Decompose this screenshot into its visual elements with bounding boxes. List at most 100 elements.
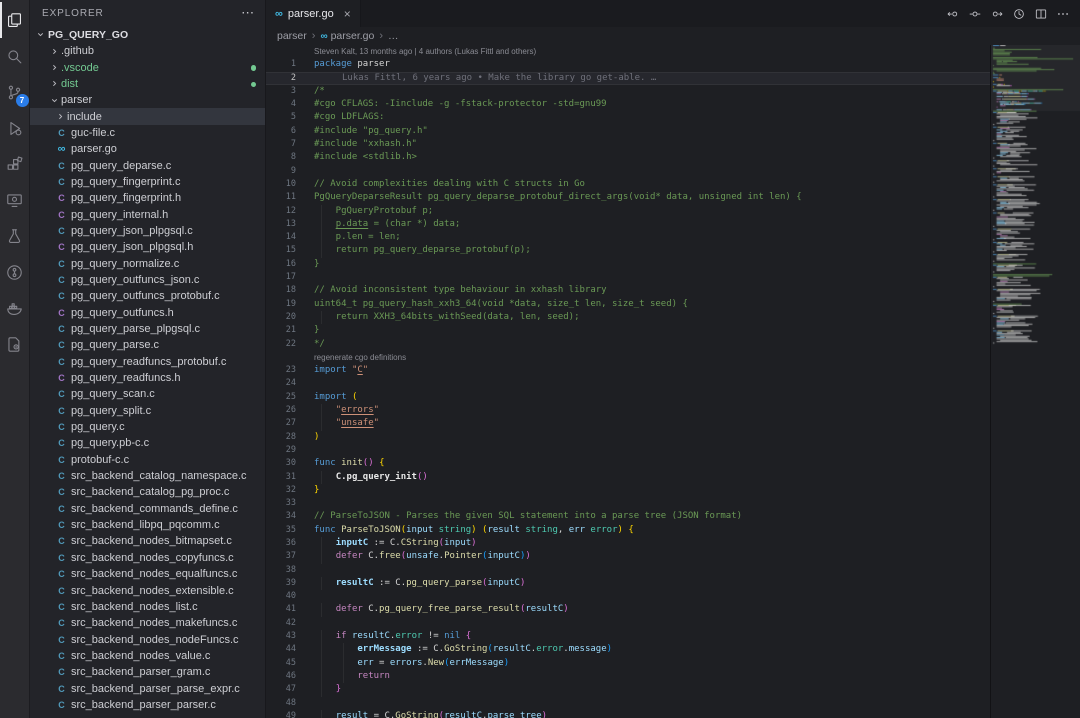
open-changes-icon[interactable] — [967, 6, 982, 21]
tree-file-src-backend-libpq-pqcomm-c[interactable]: Csrc_backend_libpq_pqcomm.c — [30, 517, 265, 533]
breadcrumb-item[interactable]: … — [388, 30, 399, 42]
code-area[interactable]: Steven Kalt, 13 months ago | 4 authors (… — [266, 45, 990, 718]
activity-item-project-manager[interactable] — [0, 326, 30, 362]
tree-file-pg-query-fingerprint-c[interactable]: Cpg_query_fingerprint.c — [30, 174, 265, 190]
code-line[interactable]: 12 PgQueryProtobuf p; — [266, 205, 990, 218]
tree-folder--vscode[interactable]: .vscode — [30, 59, 265, 75]
tree-file-src-backend-nodes-copyfuncs-c[interactable]: Csrc_backend_nodes_copyfuncs.c — [30, 550, 265, 566]
tree-file-src-backend-nodes-extensible-c[interactable]: Csrc_backend_nodes_extensible.c — [30, 582, 265, 598]
code-line[interactable]: 6#include "pg_query.h" — [266, 125, 990, 138]
code-line[interactable]: 15 return pg_query_deparse_protobuf(p); — [266, 244, 990, 257]
tree-file-pg-query-pb-c-c[interactable]: Cpg_query.pb-c.c — [30, 435, 265, 451]
tab-parser-go[interactable]: ∞parser.go× — [266, 0, 361, 27]
code-line[interactable]: 26 "errors" — [266, 404, 990, 417]
tree-file-src-backend-nodes-equalfuncs-c[interactable]: Csrc_backend_nodes_equalfuncs.c — [30, 566, 265, 582]
tree-file-pg-query-readfuncs-h[interactable]: Cpg_query_readfuncs.h — [30, 370, 265, 386]
code-line[interactable]: 36 inputC := C.CString(input) — [266, 537, 990, 550]
code-line[interactable]: 46 return — [266, 670, 990, 683]
code-line[interactable]: 1package parser — [266, 58, 990, 71]
tree-file-pg-query-outfuncs-h[interactable]: Cpg_query_outfuncs.h — [30, 305, 265, 321]
code-line[interactable]: 37 defer C.free(unsafe.Pointer(inputC)) — [266, 550, 990, 563]
tree-file-pg-query-fingerprint-h[interactable]: Cpg_query_fingerprint.h — [30, 190, 265, 206]
tree-file-pg-query-normalize-c[interactable]: Cpg_query_normalize.c — [30, 255, 265, 271]
tree-root-pg-query-go[interactable]: PG_QUERY_GO — [30, 26, 265, 43]
breadcrumb-item[interactable]: parser — [277, 30, 307, 42]
code-line[interactable]: 14 p.len = len; — [266, 231, 990, 244]
tree-file-src-backend-commands-define-c[interactable]: Csrc_backend_commands_define.c — [30, 501, 265, 517]
minimap[interactable] — [990, 45, 1080, 718]
code-line[interactable]: 21} — [266, 324, 990, 337]
code-line[interactable]: 16} — [266, 258, 990, 271]
tree-file-pg-query-c[interactable]: Cpg_query.c — [30, 419, 265, 435]
tree-folder--github[interactable]: .github — [30, 43, 265, 59]
code-line[interactable]: 25import ( — [266, 391, 990, 404]
code-line[interactable]: 5#cgo LDFLAGS: — [266, 111, 990, 124]
tree-file-protobuf-c-c[interactable]: Cprotobuf-c.c — [30, 452, 265, 468]
code-line[interactable]: 9 — [266, 165, 990, 178]
code-line[interactable]: 8#include <stdlib.h> — [266, 151, 990, 164]
code-line[interactable]: 32} — [266, 484, 990, 497]
open-changes-next-icon[interactable] — [989, 6, 1004, 21]
code-line[interactable]: 29 — [266, 444, 990, 457]
code-line[interactable]: 24 — [266, 377, 990, 390]
tree-file-src-backend-catalog-namespace-c[interactable]: Csrc_backend_catalog_namespace.c — [30, 468, 265, 484]
activity-item-testing[interactable] — [0, 218, 30, 254]
code-line[interactable]: 39 resultC := C.pg_query_parse(inputC) — [266, 577, 990, 590]
activity-item-remote-explorer[interactable] — [0, 182, 30, 218]
close-icon[interactable]: × — [344, 7, 351, 21]
tree-file-src-backend-nodes-makefuncs-c[interactable]: Csrc_backend_nodes_makefuncs.c — [30, 615, 265, 631]
activity-item-run-debug[interactable] — [0, 110, 30, 146]
tree-file-src-backend-parser-parser-c[interactable]: Csrc_backend_parser_parser.c — [30, 697, 265, 713]
code-line[interactable]: 43 if resultC.error != nil { — [266, 630, 990, 643]
tree-file-src-backend-nodes-bitmapset-c[interactable]: Csrc_backend_nodes_bitmapset.c — [30, 533, 265, 549]
code-line[interactable]: 31 C.pg_query_init() — [266, 471, 990, 484]
code-line[interactable]: 27 "unsafe" — [266, 417, 990, 430]
code-line[interactable]: 17 — [266, 271, 990, 284]
code-line[interactable]: 19uint64_t pg_query_hash_xxh3_64(void *d… — [266, 298, 990, 311]
tree-file-src-backend-parser-gram-c[interactable]: Csrc_backend_parser_gram.c — [30, 664, 265, 680]
code-line[interactable]: 3/* — [266, 85, 990, 98]
tree-file-pg-query-outfuncs-json-c[interactable]: Cpg_query_outfuncs_json.c — [30, 272, 265, 288]
code-line[interactable]: 13 p.data = (char *) data; — [266, 218, 990, 231]
activity-item-docker[interactable] — [0, 290, 30, 326]
tree-file-pg-query-split-c[interactable]: Cpg_query_split.c — [30, 403, 265, 419]
tree-file-src-backend-parser-parse-expr-c[interactable]: Csrc_backend_parser_parse_expr.c — [30, 680, 265, 696]
code-line[interactable]: 20 return XXH3_64bits_withSeed(data, len… — [266, 311, 990, 324]
code-line[interactable]: 30func init() { — [266, 457, 990, 470]
code-line[interactable]: 18// Avoid inconsistent type behaviour i… — [266, 284, 990, 297]
tree-file-src-backend-nodes-list-c[interactable]: Csrc_backend_nodes_list.c — [30, 599, 265, 615]
open-changes-prev-icon[interactable] — [945, 6, 960, 21]
tree-file-pg-query-parse-c[interactable]: Cpg_query_parse.c — [30, 337, 265, 353]
breadcrumb-item[interactable]: ∞parser.go — [320, 30, 374, 42]
tree-file-pg-query-readfuncs-protobuf-c[interactable]: Cpg_query_readfuncs_protobuf.c — [30, 354, 265, 370]
activity-item-source-control[interactable]: 7 — [0, 74, 30, 110]
activity-item-explorer[interactable] — [0, 2, 30, 38]
code-line[interactable]: 23import "C" — [266, 364, 990, 377]
code-line[interactable]: 48 — [266, 697, 990, 710]
code-line[interactable]: 40 — [266, 590, 990, 603]
tree-file-pg-query-outfuncs-protobuf-c[interactable]: Cpg_query_outfuncs_protobuf.c — [30, 288, 265, 304]
tree-file-pg-query-json-plpgsql-h[interactable]: Cpg_query_json_plpgsql.h — [30, 239, 265, 255]
split-editor-icon[interactable] — [1033, 6, 1048, 21]
code-line[interactable]: 41 defer C.pg_query_free_parse_result(re… — [266, 603, 990, 616]
code-line[interactable]: 47 } — [266, 683, 990, 696]
file-history-icon[interactable] — [1011, 6, 1026, 21]
more-actions-icon[interactable]: ⋯ — [241, 8, 255, 18]
code-line[interactable]: 34// ParseToJSON - Parses the given SQL … — [266, 510, 990, 523]
code-line[interactable]: 28) — [266, 431, 990, 444]
tree-file-pg-query-scan-c[interactable]: Cpg_query_scan.c — [30, 386, 265, 402]
code-line[interactable]: 42 — [266, 617, 990, 630]
code-line[interactable]: 44 errMessage := C.GoString(resultC.erro… — [266, 643, 990, 656]
code-line[interactable]: 33 — [266, 497, 990, 510]
tree-file-src-backend-catalog-pg-proc-c[interactable]: Csrc_backend_catalog_pg_proc.c — [30, 484, 265, 500]
tree-file-guc-file-c[interactable]: Cguc-file.c — [30, 125, 265, 141]
activity-item-search[interactable] — [0, 38, 30, 74]
tree-folder-dist[interactable]: dist — [30, 76, 265, 92]
tree-folder-include[interactable]: include — [30, 108, 265, 124]
code-line[interactable]: 38 — [266, 564, 990, 577]
tree-file-pg-query-deparse-c[interactable]: Cpg_query_deparse.c — [30, 157, 265, 173]
tree-file-pg-query-internal-h[interactable]: Cpg_query_internal.h — [30, 206, 265, 222]
tree-file-parser-go[interactable]: ∞parser.go — [30, 141, 265, 157]
more-actions-icon[interactable] — [1055, 6, 1070, 21]
code-line[interactable]: 45 err = errors.New(errMessage) — [266, 657, 990, 670]
